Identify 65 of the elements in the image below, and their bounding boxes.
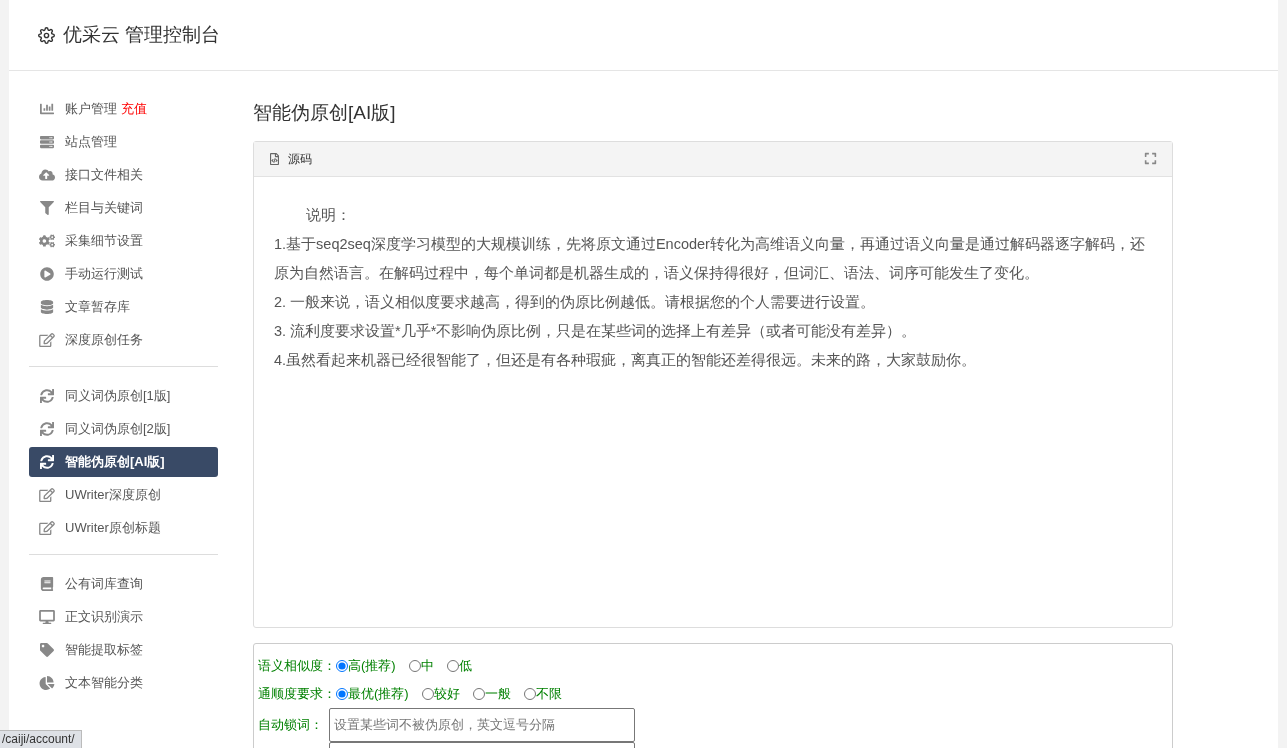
sidebar-item[interactable]: 文本智能分类: [29, 668, 218, 698]
sidebar-item[interactable]: 账户管理 充值: [29, 94, 218, 124]
sidebar-item[interactable]: UWriter深度原创: [29, 480, 218, 510]
recharge-link[interactable]: 充值: [121, 99, 147, 119]
radio-button[interactable]: [421, 687, 434, 700]
notes-paragraph: 1.基于seq2seq深度学习模型的大规模训练，先将原文通过Encoder转化为高维语义向量，再通过语义向量是通过解码器逐字解码，还原为自然语言。在解码过程中，每个单词都是机器生成的，语义保持得很好，但词汇、语法、词序可能发生了变化。: [274, 234, 1146, 283]
source-tab[interactable]: 源码: [288, 149, 312, 168]
sidebar-item[interactable]: 同义词伪原创[1版]: [29, 381, 218, 411]
sidebar-item[interactable]: 栏目与关键词: [29, 193, 218, 223]
sidebar-item[interactable]: UWriter原创标题: [29, 513, 218, 543]
edit-icon: [39, 333, 55, 347]
sidebar-item[interactable]: 深度原创任务: [29, 325, 218, 355]
radio-label[interactable]: 较好: [433, 683, 460, 704]
server-icon: [39, 135, 55, 149]
settings-icon: [38, 26, 55, 44]
sidebar-item[interactable]: 文章暂存库: [29, 292, 218, 322]
sidebar-item[interactable]: 采集细节设置: [29, 226, 218, 256]
sidebar-item[interactable]: 站点管理: [29, 127, 218, 157]
status-url: /caiji/account/: [0, 730, 82, 748]
sidebar-item[interactable]: 智能提取标签: [29, 635, 218, 665]
monitor-icon: [39, 610, 55, 624]
sidebar-item[interactable]: 正文识别演示: [29, 602, 218, 632]
edit-icon: [39, 521, 55, 535]
sidebar-item[interactable]: 同义词伪原创[2版]: [29, 414, 218, 444]
setting-label: 语义相似度：: [258, 656, 336, 675]
radio-label[interactable]: 低: [458, 655, 472, 676]
page-heading: 智能伪原创[AI版]: [253, 101, 397, 125]
radio-button[interactable]: [472, 687, 485, 700]
radio-label[interactable]: 中: [420, 655, 434, 676]
radio-label[interactable]: 不限: [535, 683, 562, 704]
book-icon: [39, 577, 55, 591]
refresh-icon: [39, 389, 55, 403]
radio-button[interactable]: [523, 687, 536, 700]
notes-heading: 说明：: [305, 205, 352, 225]
app-title: 优采云 管理控制台: [63, 22, 221, 47]
bar-chart-icon: [39, 102, 55, 116]
sidebar-item[interactable]: 智能伪原创[AI版]: [29, 447, 218, 477]
radio-button[interactable]: [336, 659, 348, 672]
input-field[interactable]: 设置某些词不被伪原创，英文逗号分隔: [329, 707, 635, 742]
radio-label[interactable]: 最优(推荐): [348, 683, 409, 704]
notes-paragraph: 3. 流利度要求设置*几乎*不影响伪原比例，只是在某些词的选择上有差异（或者可能没有差异）。: [274, 321, 918, 341]
radio-button[interactable]: [336, 687, 348, 700]
refresh-icon: [39, 422, 55, 436]
sidebar-item[interactable]: 接口文件相关: [29, 160, 218, 190]
fullscreen-icon[interactable]: [1144, 152, 1157, 165]
gears-icon: [39, 234, 55, 248]
setting-label: 自动锁词：: [258, 716, 323, 732]
notes-paragraph: 2. 一般来说，语义相似度要求越高，得到的伪原比例越低。请根据您的个人需要进行设置。: [274, 292, 877, 312]
radio-button[interactable]: [446, 659, 459, 672]
radio-button[interactable]: [408, 659, 421, 672]
cloud-upload-icon: [39, 168, 55, 182]
play-icon: [39, 267, 55, 281]
setting-label: 通顺度要求：: [258, 684, 336, 703]
filter-icon: [39, 201, 55, 215]
notes-paragraph: 4.虽然看起来机器已经很智能了，但还是有各种瑕疵，离真正的智能还差得很远。未来的路，大家鼓励你。: [274, 350, 978, 370]
refresh-icon: [39, 455, 55, 469]
edit-icon: [39, 488, 55, 502]
sidebar-item[interactable]: 手动运行测试: [29, 259, 218, 289]
file-icon: [269, 152, 280, 165]
radio-label[interactable]: 高(推荐): [348, 655, 396, 676]
database-icon: [39, 300, 55, 314]
sidebar-item[interactable]: 公有词库查询: [29, 569, 218, 599]
radio-label[interactable]: 一般: [484, 683, 511, 704]
tag-icon: [39, 643, 55, 657]
pie-chart-icon: [39, 676, 55, 690]
